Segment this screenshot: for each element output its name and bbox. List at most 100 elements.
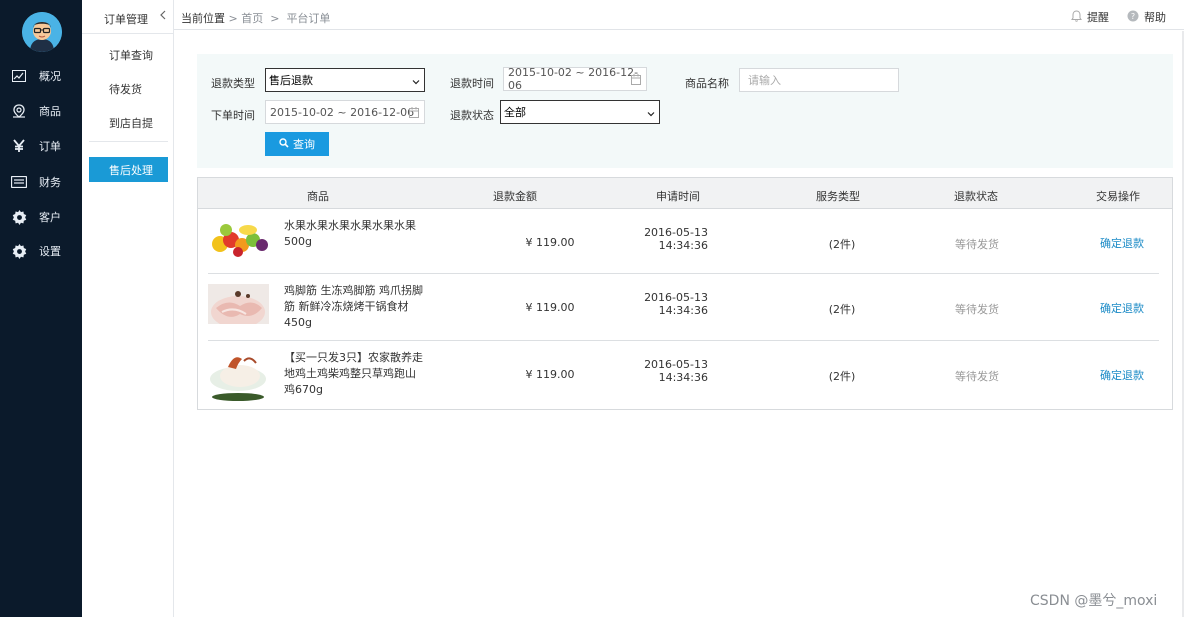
product-name[interactable]: 鸡脚筋 生冻鸡脚筋 鸡爪拐脚筋 新鲜冷冻烧烤干锅食材450g bbox=[284, 283, 424, 331]
service-type: (2件) bbox=[828, 370, 856, 383]
nav-item-customers[interactable]: 客户 bbox=[0, 203, 82, 231]
table-row: 【买一只发3只】农家散养走地鸡土鸡柴鸡整只草鸡跑山鸡670g ¥ 119.00 … bbox=[198, 341, 1172, 405]
nav-item-settings[interactable]: 设置 bbox=[0, 237, 82, 265]
table-header: 商品 退款金额 申请时间 服务类型 退款状态 交易操作 bbox=[198, 178, 1172, 209]
refund-time-range[interactable]: 2015-10-02 ~ 2016-12-06 bbox=[503, 66, 647, 92]
submenu-item-store-pickup[interactable]: 到店自提 bbox=[109, 115, 153, 131]
refund-status-label: 退款状态 bbox=[450, 109, 494, 122]
service-type: (2件) bbox=[828, 303, 856, 316]
refund-time-value: 2015-10-02 ~ 2016-12-06 bbox=[508, 66, 639, 92]
product-name-label: 商品名称 bbox=[685, 77, 729, 90]
column-header: 退款状态 bbox=[954, 190, 998, 203]
refund-time-label: 退款时间 bbox=[450, 77, 494, 90]
apply-time: 2016-05-13 14:34:36 bbox=[638, 358, 708, 384]
submenu-header: 订单管理 bbox=[82, 0, 174, 34]
nav-label: 概况 bbox=[39, 70, 61, 83]
gear-icon bbox=[11, 209, 27, 225]
refund-status: 等待发货 bbox=[955, 238, 999, 251]
submenu-title: 订单管理 bbox=[104, 13, 148, 26]
nav-item-products[interactable]: 商品 bbox=[0, 97, 82, 125]
refund-amount: ¥ 119.00 bbox=[525, 368, 575, 381]
nav-label: 商品 bbox=[39, 105, 61, 118]
svg-text:?: ? bbox=[1131, 12, 1135, 21]
refund-status-value: 全部 bbox=[504, 106, 526, 119]
search-icon bbox=[279, 137, 289, 151]
bell-icon bbox=[1071, 9, 1082, 25]
nav-item-finance[interactable]: 财务 bbox=[0, 168, 82, 196]
product-thumbnail[interactable] bbox=[208, 349, 269, 401]
calendar-icon bbox=[631, 74, 641, 85]
confirm-refund-link[interactable]: 确定退款 bbox=[1092, 300, 1152, 316]
avatar[interactable] bbox=[22, 12, 62, 52]
chevron-down-icon bbox=[647, 108, 655, 117]
refund-type-label: 退款类型 bbox=[211, 77, 255, 90]
order-time-label: 下单时间 bbox=[211, 109, 255, 122]
submenu-item-order-query[interactable]: 订单查询 bbox=[109, 47, 153, 63]
apply-date: 2016-05-13 bbox=[644, 226, 708, 239]
chevron-left-icon[interactable] bbox=[158, 8, 168, 22]
table-row: 水果水果水果水果水果水果500g ¥ 119.00 2016-05-13 14:… bbox=[198, 209, 1172, 273]
breadcrumb-current: 平台订单 bbox=[286, 12, 331, 25]
column-header: 交易操作 bbox=[1096, 190, 1140, 203]
nav-item-overview[interactable]: 概况 bbox=[0, 62, 82, 90]
nav-label: 设置 bbox=[39, 245, 61, 258]
help-icon: ? bbox=[1127, 10, 1139, 25]
refund-type-select[interactable]: 售后退款 bbox=[265, 68, 425, 92]
column-header: 申请时间 bbox=[656, 190, 700, 203]
apply-clock: 14:34:36 bbox=[658, 304, 708, 317]
breadcrumb: 当前位置 > 首页 > 平台订单 bbox=[181, 10, 330, 26]
product-name-input[interactable] bbox=[739, 68, 899, 92]
apply-clock: 14:34:36 bbox=[658, 239, 708, 252]
apply-clock: 14:34:36 bbox=[658, 371, 708, 384]
submenu-item-pending-shipment[interactable]: 待发货 bbox=[109, 81, 142, 97]
query-button[interactable]: 查询 bbox=[265, 132, 329, 156]
gear-icon bbox=[11, 243, 27, 259]
apply-time: 2016-05-13 14:34:36 bbox=[638, 226, 708, 252]
table-row: 鸡脚筋 生冻鸡脚筋 鸡爪拐脚筋 新鲜冷冻烧烤干锅食材450g ¥ 119.00 … bbox=[198, 274, 1172, 338]
column-header: 退款金额 bbox=[493, 190, 537, 203]
breadcrumb-label: 当前位置 bbox=[181, 12, 225, 25]
apply-date: 2016-05-13 bbox=[644, 358, 708, 371]
filter-panel: 退款类型 售后退款 退款时间 2015-10-02 ~ 2016-12-06 商… bbox=[197, 54, 1173, 168]
nav-label: 客户 bbox=[39, 211, 61, 224]
submenu-item-after-sales[interactable]: 售后处理 bbox=[89, 157, 168, 182]
help-label: 帮助 bbox=[1144, 11, 1166, 24]
help-button[interactable]: ? 帮助 bbox=[1127, 9, 1166, 25]
left-nav: 概况 商品 订单 财务 客户 设置 bbox=[0, 0, 82, 617]
top-bar: 当前位置 > 首页 > 平台订单 提醒 ? 帮助 bbox=[174, 0, 1184, 30]
apply-date: 2016-05-13 bbox=[644, 291, 708, 304]
submenu: 订单管理 订单查询 待发货 到店自提 售后处理 bbox=[82, 0, 174, 617]
calendar-icon bbox=[409, 107, 419, 118]
breadcrumb-home[interactable]: 首页 bbox=[241, 12, 263, 25]
refund-table: 商品 退款金额 申请时间 服务类型 退款状态 交易操作 水果水果水果水果水果水果… bbox=[197, 177, 1173, 410]
confirm-refund-link[interactable]: 确定退款 bbox=[1092, 367, 1152, 383]
product-thumbnail[interactable] bbox=[208, 284, 269, 324]
refund-amount: ¥ 119.00 bbox=[525, 236, 575, 249]
refund-status-select[interactable]: 全部 bbox=[500, 100, 660, 124]
remind-button[interactable]: 提醒 bbox=[1071, 9, 1109, 25]
refund-status: 等待发货 bbox=[955, 303, 999, 316]
query-button-label: 查询 bbox=[293, 139, 315, 151]
product-name[interactable]: 【买一只发3只】农家散养走地鸡土鸡柴鸡整只草鸡跑山鸡670g bbox=[284, 350, 424, 398]
product-thumbnail[interactable] bbox=[208, 218, 269, 258]
nav-label: 财务 bbox=[39, 176, 61, 189]
card-icon bbox=[11, 174, 27, 190]
remind-label: 提醒 bbox=[1087, 11, 1109, 24]
main-content: 退款类型 售后退款 退款时间 2015-10-02 ~ 2016-12-06 商… bbox=[174, 31, 1184, 617]
refund-type-value: 售后退款 bbox=[269, 74, 313, 87]
tag-icon bbox=[11, 103, 27, 119]
product-name[interactable]: 水果水果水果水果水果水果500g bbox=[284, 218, 424, 250]
order-time-value: 2015-10-02 ~ 2016-12-06 bbox=[270, 105, 415, 119]
nav-item-orders[interactable]: 订单 bbox=[0, 132, 82, 160]
chevron-down-icon bbox=[412, 76, 420, 85]
confirm-refund-link[interactable]: 确定退款 bbox=[1092, 235, 1152, 251]
service-type: (2件) bbox=[828, 238, 856, 251]
nav-label: 订单 bbox=[39, 140, 61, 153]
order-time-range[interactable]: 2015-10-02 ~ 2016-12-06 bbox=[265, 100, 425, 124]
apply-time: 2016-05-13 14:34:36 bbox=[638, 291, 708, 317]
yen-icon bbox=[11, 138, 27, 154]
column-header: 商品 bbox=[307, 190, 329, 203]
breadcrumb-separator: > bbox=[270, 12, 280, 25]
refund-status: 等待发货 bbox=[955, 370, 999, 383]
breadcrumb-separator: > bbox=[228, 12, 238, 25]
